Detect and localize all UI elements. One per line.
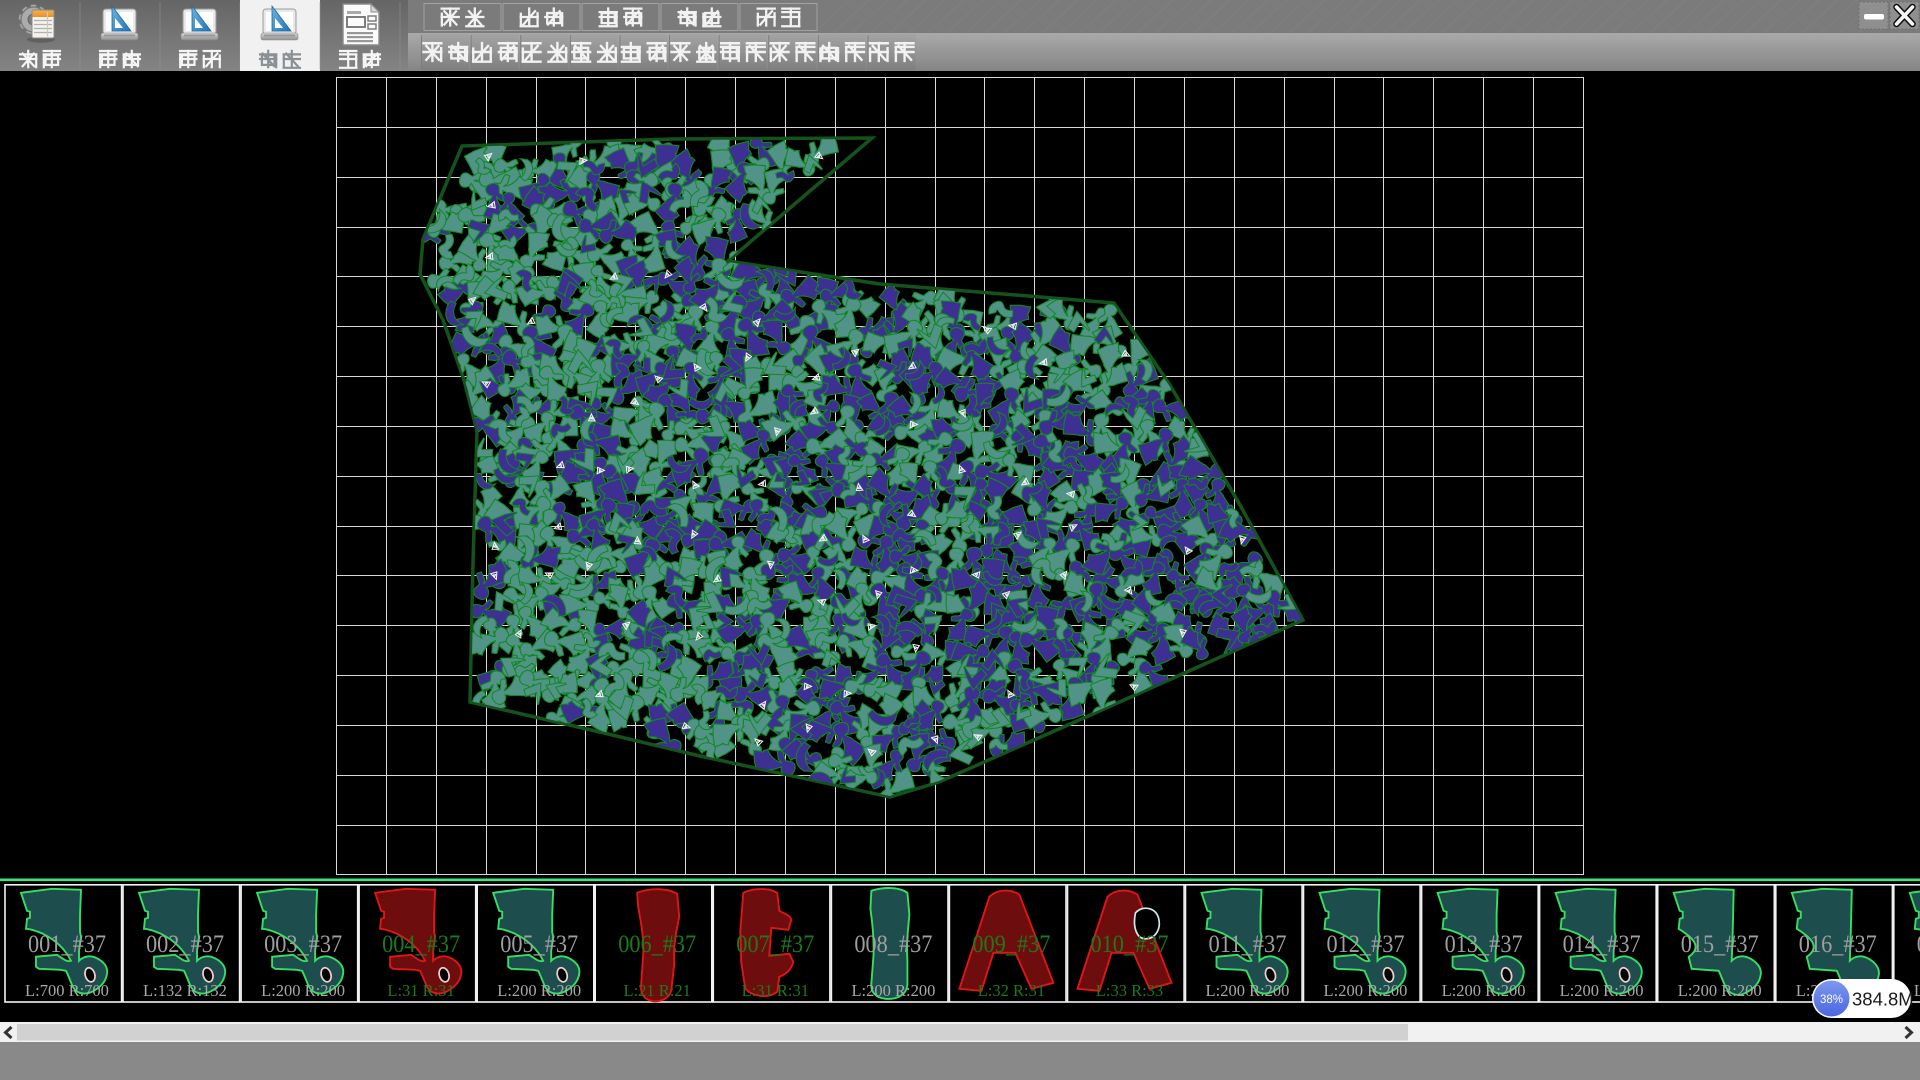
svg-text:38%: 38% xyxy=(1820,994,1843,1006)
svg-text:010_#37: 010_#37 xyxy=(1091,931,1169,958)
svg-text:009_#37: 009_#37 xyxy=(972,931,1050,958)
svg-text:L:200 R:200: L:200 R:200 xyxy=(1914,981,1920,1000)
svg-text:L:33 R:33: L:33 R:33 xyxy=(1096,981,1163,1000)
svg-text:015_#37: 015_#37 xyxy=(1681,931,1759,958)
svg-text:L:132 R:132: L:132 R:132 xyxy=(143,981,227,1000)
svg-text:004_#37: 004_#37 xyxy=(382,931,460,958)
svg-text:011_#37: 011_#37 xyxy=(1209,931,1287,958)
svg-text:L:200 R:200: L:200 R:200 xyxy=(497,981,581,1000)
svg-text:006_#37: 006_#37 xyxy=(618,931,696,958)
svg-text:001_#37: 001_#37 xyxy=(28,931,106,958)
svg-text:L:200 R:200: L:200 R:200 xyxy=(1560,981,1644,1000)
svg-text:002_#37: 002_#37 xyxy=(146,931,224,958)
svg-text:L:31 R:31: L:31 R:31 xyxy=(387,981,454,1000)
svg-text:016_#37: 016_#37 xyxy=(1799,931,1877,958)
svg-text:384.8M: 384.8M xyxy=(1852,989,1914,1010)
svg-text:L:200 R:200: L:200 R:200 xyxy=(261,981,345,1000)
svg-text:005_#37: 005_#37 xyxy=(500,931,578,958)
svg-text:L:31 R:31: L:31 R:31 xyxy=(742,981,809,1000)
svg-text:L:700 R:700: L:700 R:700 xyxy=(25,981,109,1000)
svg-text:008_#37: 008_#37 xyxy=(854,931,932,958)
svg-text:L:32 R:31: L:32 R:31 xyxy=(978,981,1045,1000)
svg-text:013_#37: 013_#37 xyxy=(1445,931,1523,958)
svg-text:014_#37: 014_#37 xyxy=(1563,931,1641,958)
svg-text:007_#37: 007_#37 xyxy=(736,931,814,958)
svg-text:L:200 R:200: L:200 R:200 xyxy=(1442,981,1526,1000)
svg-text:L:21 R:21: L:21 R:21 xyxy=(624,981,691,1000)
svg-text:L:200 R:200: L:200 R:200 xyxy=(851,981,935,1000)
svg-text:L:200 R:200: L:200 R:200 xyxy=(1206,981,1290,1000)
svg-text:L:200 R:200: L:200 R:200 xyxy=(1678,981,1762,1000)
svg-text:003_#37: 003_#37 xyxy=(264,931,342,958)
svg-text:L:200 R:200: L:200 R:200 xyxy=(1324,981,1408,1000)
svg-text:012_#37: 012_#37 xyxy=(1327,931,1405,958)
